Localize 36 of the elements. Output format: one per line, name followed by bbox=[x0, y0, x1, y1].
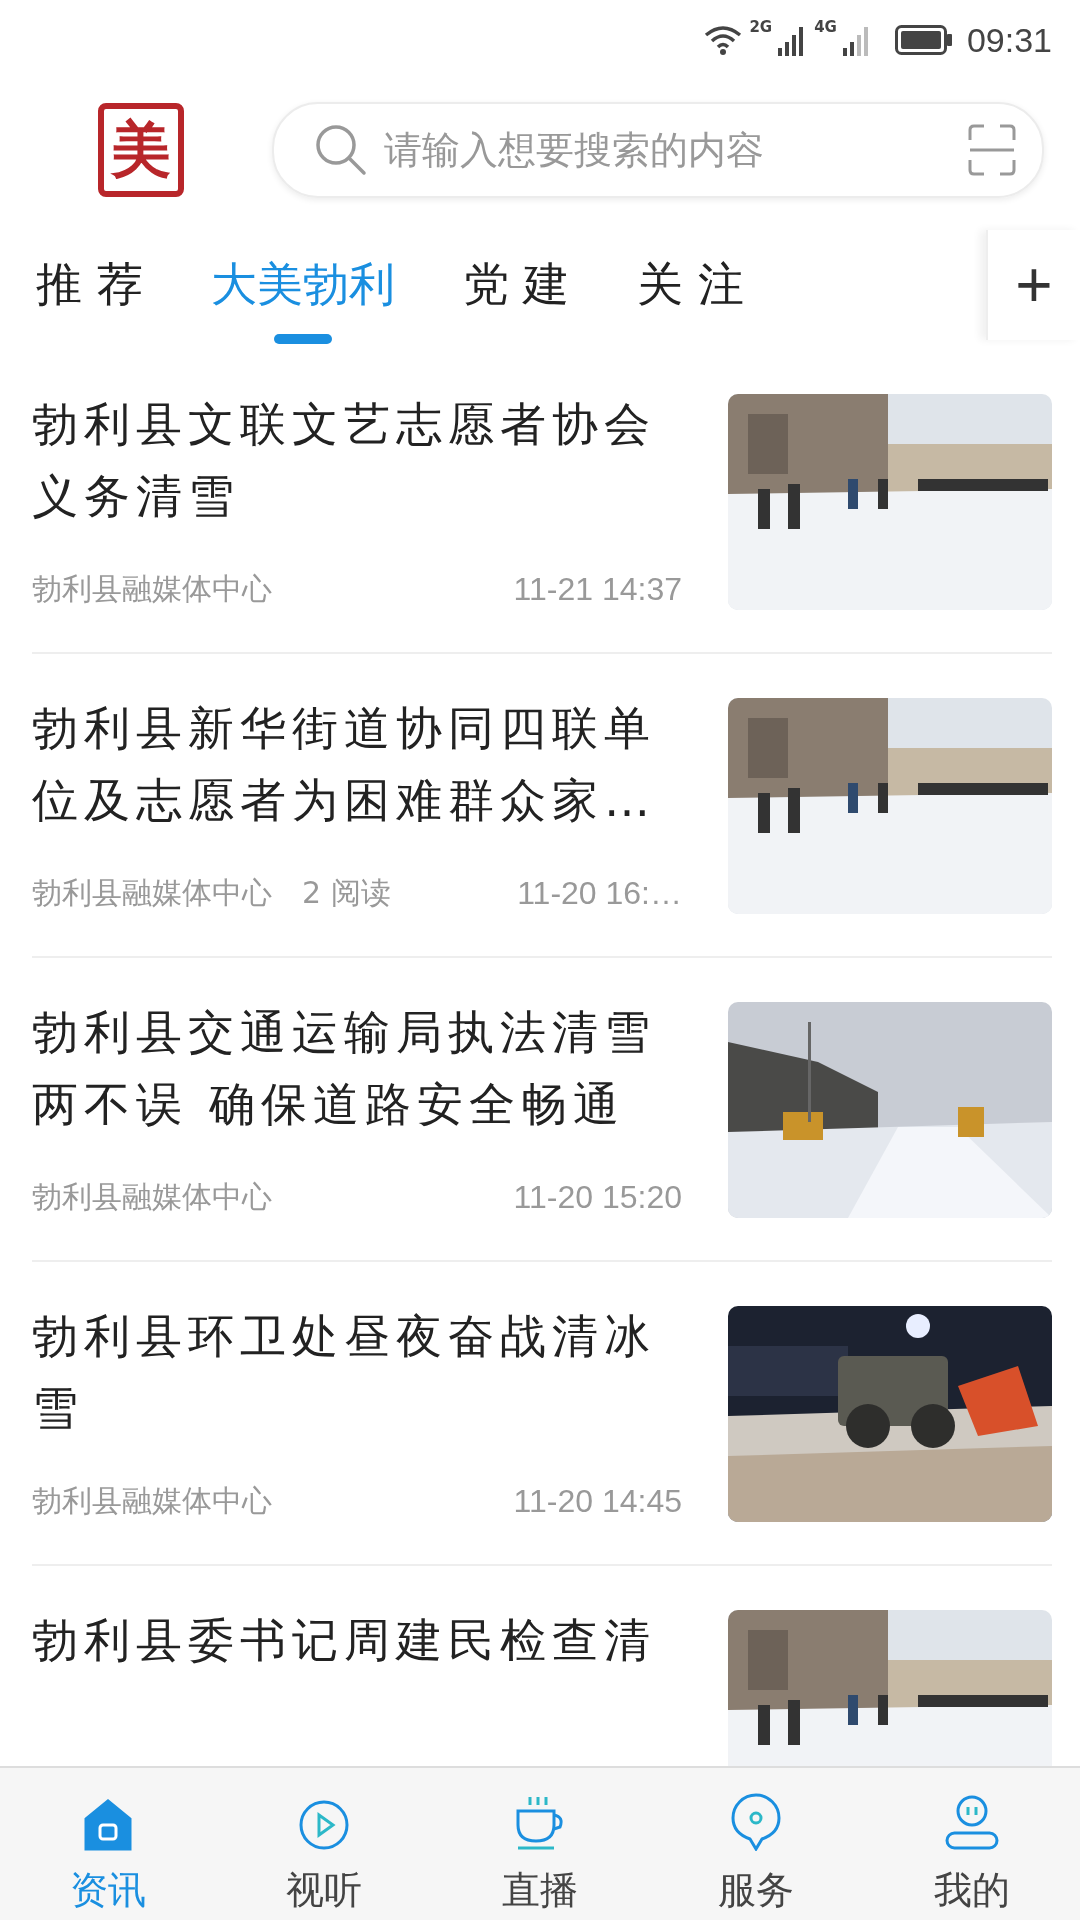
network-label: 4G bbox=[814, 18, 837, 36]
article-source: 勃利县融媒体中心 bbox=[32, 1178, 272, 1216]
search-bar[interactable]: 请输入想要搜索的内容 bbox=[272, 102, 1044, 198]
wifi-icon bbox=[703, 25, 744, 55]
search-icon bbox=[314, 123, 368, 177]
nav-tab[interactable]: 服务 bbox=[648, 1768, 864, 1920]
category-tab[interactable]: 推 荐 bbox=[36, 244, 143, 346]
battery-icon bbox=[894, 25, 953, 55]
category-tab[interactable]: 党 建 bbox=[462, 244, 570, 346]
article-title[interactable]: 勃利县文联文艺志愿者协会义务清雪 bbox=[32, 388, 672, 532]
article-time: 11-21 14:37 bbox=[513, 571, 682, 608]
article-source: 勃利县融媒体中心 bbox=[32, 874, 272, 912]
seal-logo: 美 bbox=[98, 103, 184, 197]
article-title[interactable]: 勃利县环卫处昼夜奋战清冰雪 bbox=[32, 1300, 672, 1444]
location-icon bbox=[730, 1793, 782, 1851]
article-time: 11-20 16:… bbox=[517, 875, 682, 912]
article-source: 勃利县融媒体中心 bbox=[32, 570, 272, 608]
article-title[interactable]: 勃利县委书记周建民检查清 bbox=[32, 1604, 672, 1676]
profile-icon bbox=[944, 1795, 1000, 1851]
article-source: 勃利县融媒体中心 bbox=[32, 1482, 272, 1520]
clock-time: 09:31 bbox=[966, 20, 1052, 60]
article-title[interactable]: 勃利县新华街道协同四联单位及志愿者为困难群众家… bbox=[32, 692, 672, 836]
home-icon bbox=[82, 1799, 134, 1851]
scan-icon[interactable] bbox=[968, 124, 1016, 176]
search-field[interactable]: 请输入想要搜索的内容 bbox=[382, 127, 954, 173]
play-icon bbox=[298, 1799, 350, 1851]
read-count: 2 阅读 bbox=[302, 874, 391, 912]
nav-tab[interactable]: 直播 bbox=[432, 1768, 648, 1920]
article-time: 11-20 15:20 bbox=[513, 1179, 682, 1216]
add-tab-button[interactable]: + bbox=[986, 230, 1080, 340]
category-tab[interactable]: 关 注 bbox=[637, 244, 744, 346]
network-label: 2G bbox=[749, 18, 773, 36]
article-time: 11-20 14:45 bbox=[513, 1483, 682, 1520]
nav-tab[interactable]: 视听 bbox=[216, 1768, 432, 1920]
nav-tab[interactable]: 我的 bbox=[864, 1768, 1080, 1920]
article-title[interactable]: 勃利县交通运输局执法清雪两不误 确保道路安全畅通 bbox=[32, 996, 672, 1140]
